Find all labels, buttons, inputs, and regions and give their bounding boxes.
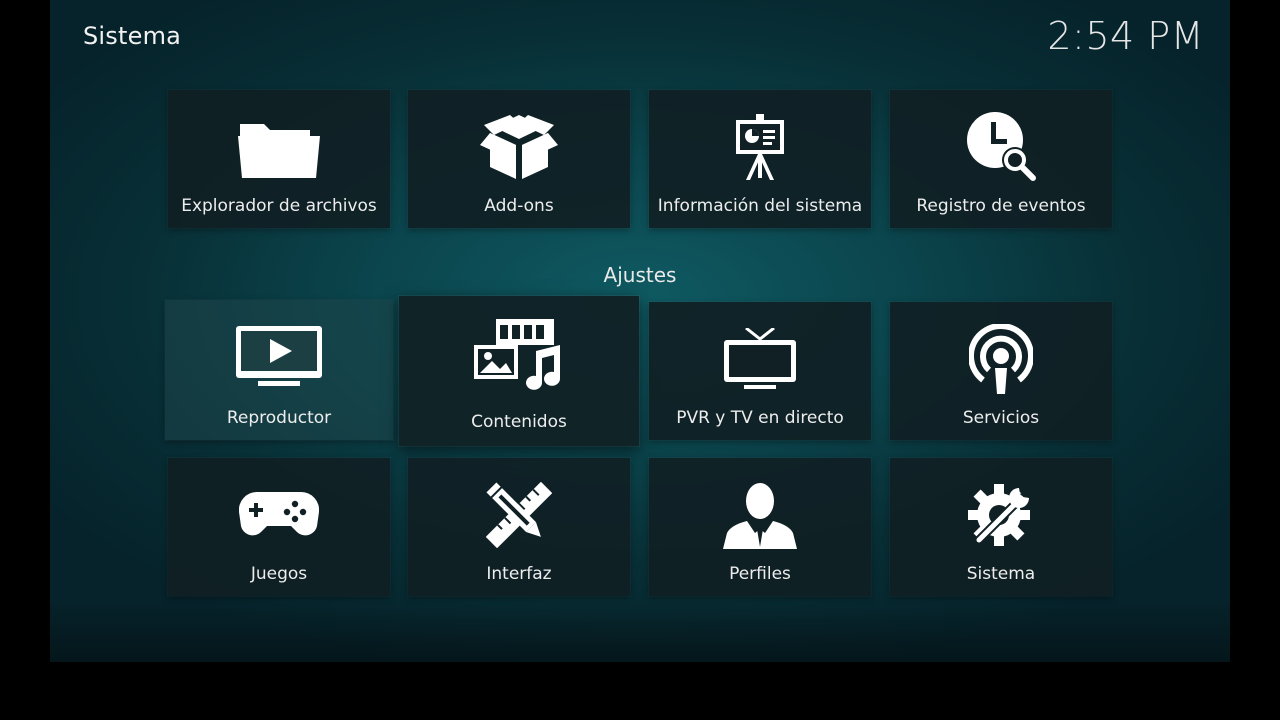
tile-file-manager[interactable]: Explorador de archivos — [168, 90, 390, 228]
tile-interface[interactable]: Interfaz — [408, 458, 630, 596]
tile-player[interactable]: Reproductor — [165, 300, 393, 440]
folder-icon — [234, 112, 324, 182]
tile-label: Juegos — [250, 564, 308, 584]
tile-addons[interactable]: Add-ons — [408, 90, 630, 228]
tile-label: Sistema — [966, 564, 1036, 584]
tile-profiles[interactable]: Perfiles — [649, 458, 871, 596]
tv-antenna-icon — [715, 324, 805, 394]
tile-pvr[interactable]: PVR y TV en directo — [649, 302, 871, 440]
presentation-icon — [715, 112, 805, 182]
gear-wrench-icon — [956, 480, 1046, 550]
clock-search-icon — [956, 112, 1046, 182]
gamepad-icon — [234, 480, 324, 550]
tile-label: Perfiles — [729, 564, 791, 584]
tile-services[interactable]: Servicios — [890, 302, 1112, 440]
user-icon — [715, 480, 805, 550]
page-title: Sistema — [83, 22, 182, 50]
tile-label: Interfaz — [486, 564, 552, 584]
pencil-ruler-icon — [474, 480, 564, 550]
tile-label: Información del sistema — [657, 196, 863, 216]
tile-label: PVR y TV en directo — [676, 408, 844, 428]
tv-play-icon — [234, 322, 324, 392]
tile-system-info[interactable]: Información del sistema — [649, 90, 871, 228]
section-heading: Ajustes — [603, 263, 677, 287]
box-icon — [474, 112, 564, 182]
tile-label: Reproductor — [226, 408, 332, 428]
tile-games[interactable]: Juegos — [168, 458, 390, 596]
tile-media[interactable]: Contenidos — [399, 296, 639, 446]
kodi-system-screen: Sistema 2:54 PM Explorador de archivos A… — [50, 0, 1230, 662]
clock: 2:54 PM — [1047, 14, 1204, 58]
tile-label: Explorador de archivos — [181, 196, 377, 216]
tile-event-log[interactable]: Registro de eventos — [890, 90, 1112, 228]
tile-label: Add-ons — [484, 196, 554, 216]
tile-label: Contenidos — [471, 412, 567, 432]
media-library-icon — [474, 319, 564, 390]
broadcast-icon — [956, 324, 1046, 394]
tile-system[interactable]: Sistema — [890, 458, 1112, 596]
tile-label: Servicios — [962, 408, 1040, 428]
tile-label: Registro de eventos — [916, 196, 1086, 216]
